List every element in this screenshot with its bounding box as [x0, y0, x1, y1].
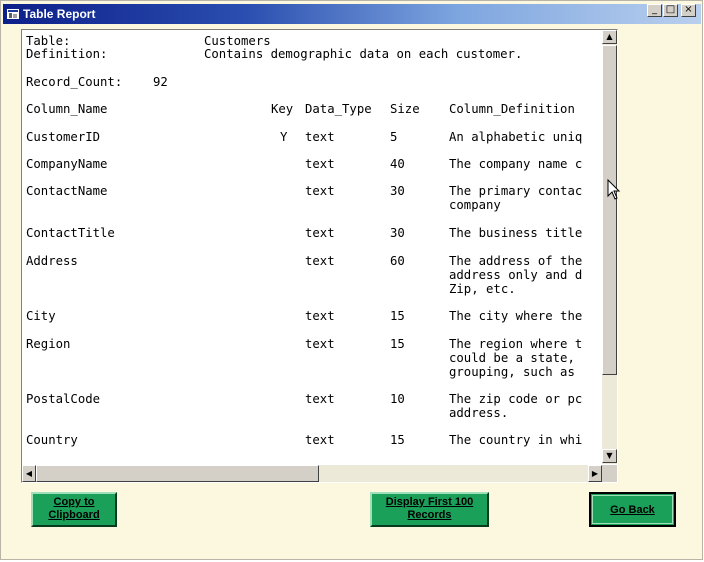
row-name: City	[26, 309, 56, 323]
table-report-window: Table Report _ □ × Table: Customers Defi…	[0, 0, 703, 560]
row-definition: The company name c	[449, 157, 583, 171]
row-definition: The business title	[449, 226, 583, 240]
row-size: 30	[390, 184, 405, 198]
definition-value: Contains demographic data on each custom…	[204, 47, 523, 61]
horizontal-scroll-thumb[interactable]	[36, 465, 319, 482]
row-type: text	[305, 309, 335, 323]
row-type: text	[305, 337, 335, 351]
header-key: Key	[271, 102, 294, 116]
maximize-button[interactable]: □	[663, 4, 678, 17]
row-name: Address	[26, 254, 78, 268]
row-definition: The city where the	[449, 309, 583, 323]
minimize-button[interactable]: _	[647, 4, 662, 17]
row-type: text	[305, 433, 335, 447]
row-definition: An alphabetic uniq	[449, 130, 583, 144]
row-definition: The primary contac	[449, 184, 583, 198]
row-type: text	[305, 157, 335, 171]
header-size: Size	[390, 102, 420, 116]
row-definition: could be a state,	[449, 351, 575, 365]
row-type: text	[305, 184, 335, 198]
definition-label: Definition:	[26, 47, 108, 61]
copy-to-clipboard-button[interactable]: Copy to Clipboard	[31, 492, 117, 527]
row-definition: address.	[449, 406, 509, 420]
row-size: 30	[390, 226, 405, 240]
row-definition: address only and d	[449, 268, 583, 282]
row-definition: The country in whi	[449, 433, 583, 447]
row-size: 10	[390, 392, 405, 406]
row-size: 15	[390, 309, 405, 323]
row-name: CustomerID	[26, 130, 101, 144]
row-type: text	[305, 392, 335, 406]
vertical-scroll-thumb[interactable]	[602, 45, 617, 375]
close-button[interactable]: ×	[681, 4, 696, 17]
row-definition: Zip, etc.	[449, 282, 516, 296]
title-bar[interactable]: Table Report	[3, 4, 701, 24]
row-name: CompanyName	[26, 157, 108, 171]
row-name: PostalCode	[26, 392, 101, 406]
go-back-button[interactable]: Go Back	[589, 492, 676, 527]
row-size: 15	[390, 433, 405, 447]
row-size: 5	[390, 130, 398, 144]
report-text-area[interactable]: Table: Customers Definition: Contains de…	[22, 30, 600, 464]
horizontal-scrollbar[interactable]: ◀ ▶	[22, 465, 602, 482]
header-data-type: Data_Type	[305, 102, 372, 116]
row-name: ContactName	[26, 184, 108, 198]
app-icon	[7, 9, 19, 19]
row-name: ContactTitle	[26, 226, 115, 240]
row-definition: The zip code or pc	[449, 392, 583, 406]
display-first-100-records-button[interactable]: Display First 100 Records	[370, 492, 489, 527]
table-value: Customers	[204, 34, 271, 48]
row-name: Country	[26, 433, 78, 447]
row-definition: grouping, such as	[449, 365, 575, 379]
row-definition: company	[449, 198, 501, 212]
mouse-cursor-icon	[607, 179, 621, 200]
row-type: text	[305, 254, 335, 268]
row-type: text	[305, 130, 335, 144]
header-column-definition: Column_Definition	[449, 102, 575, 116]
scroll-right-arrow-icon[interactable]: ▶	[588, 465, 602, 482]
row-size: 60	[390, 254, 405, 268]
scroll-up-arrow-icon[interactable]: ▲	[602, 30, 617, 44]
record-count-label: Record_Count:	[26, 75, 123, 89]
scroll-down-arrow-icon[interactable]: ▼	[602, 449, 617, 463]
record-count-value: 92	[153, 75, 168, 89]
scrollbar-corner	[602, 465, 617, 482]
row-name: Region	[26, 337, 71, 351]
table-label: Table:	[26, 34, 71, 48]
row-type: text	[305, 226, 335, 240]
row-size: 15	[390, 337, 405, 351]
row-definition: The address of the	[449, 254, 583, 268]
report-panel[interactable]: Table: Customers Definition: Contains de…	[21, 29, 618, 483]
window-title: Table Report	[23, 7, 96, 21]
vertical-scrollbar[interactable]: ▲ ▼	[602, 30, 617, 464]
row-definition: The region where t	[449, 337, 583, 351]
scroll-left-arrow-icon[interactable]: ◀	[22, 465, 36, 482]
row-size: 40	[390, 157, 405, 171]
header-column-name: Column_Name	[26, 102, 108, 116]
row-key: Y	[280, 130, 288, 144]
